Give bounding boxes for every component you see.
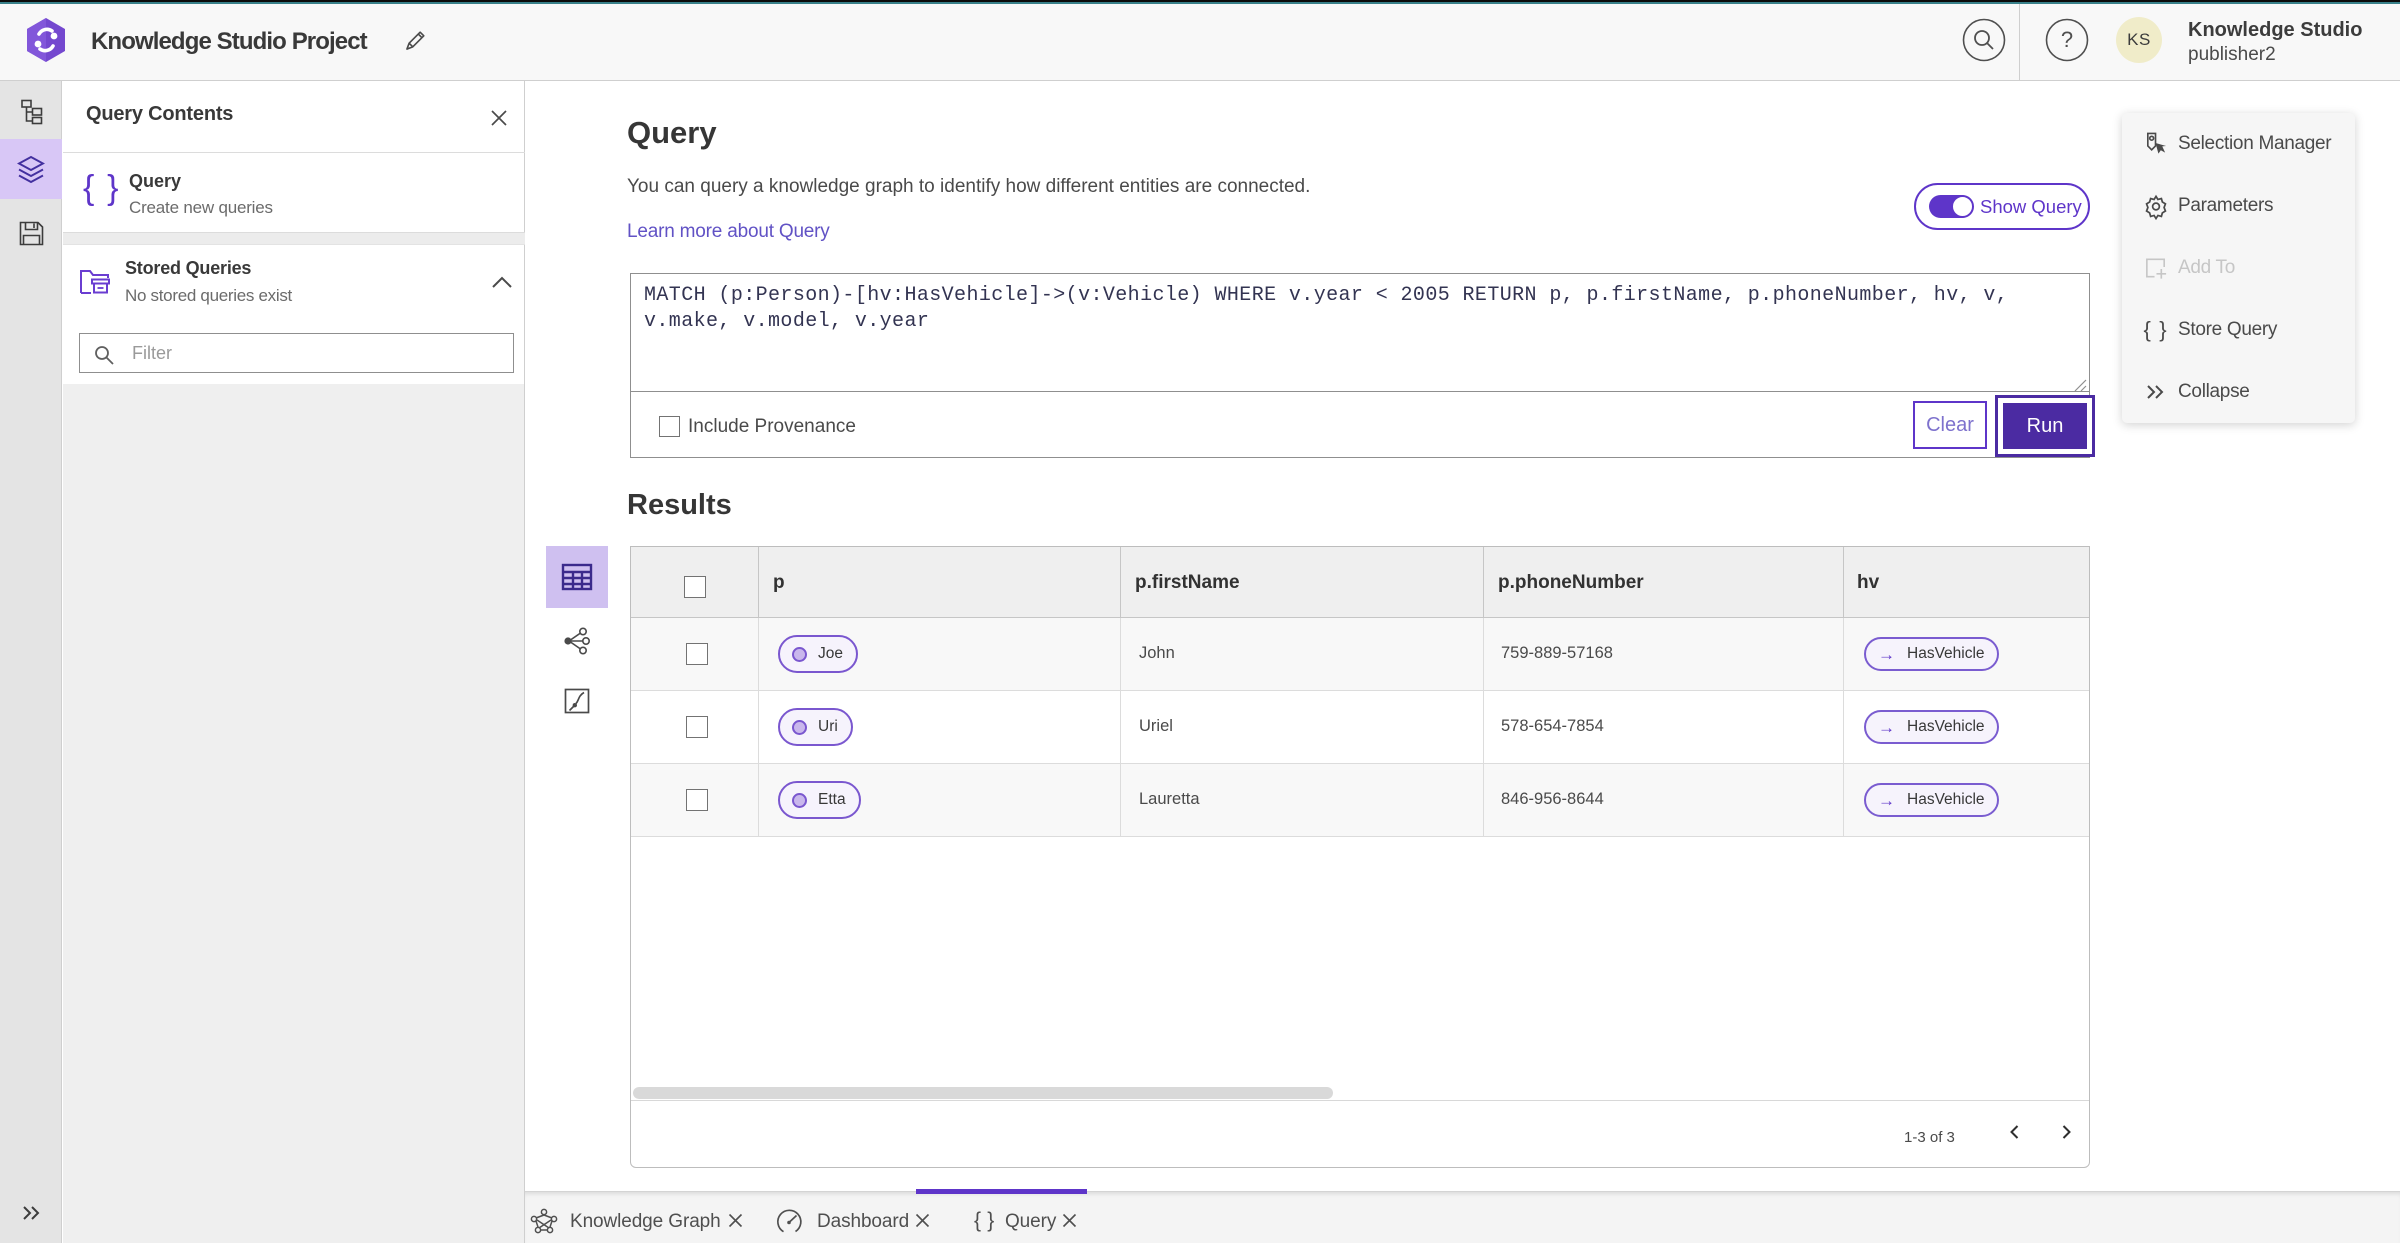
svg-text:?: ? (2061, 27, 2073, 52)
